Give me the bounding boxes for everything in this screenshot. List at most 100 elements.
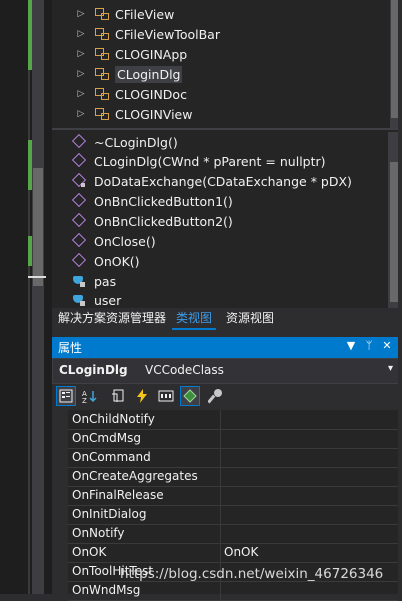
editor-margin [0, 0, 52, 594]
events-icon[interactable] [132, 386, 152, 406]
properties-title-bar: 属性 ▼ ᛘ ✕ [52, 337, 402, 358]
member-item[interactable]: CLoginDlg(CWnd * pParent = nullptr) [52, 151, 382, 171]
tree-item-label: CFileViewToolBar [115, 26, 220, 42]
member-label: OnBnClickedButton1() [94, 193, 233, 209]
window-edge [398, 0, 402, 594]
member-label: OnClose() [94, 233, 156, 249]
property-row[interactable]: OnFinalRelease [68, 486, 398, 506]
property-name: OnWndMsg [72, 583, 141, 597]
column-separator [220, 429, 221, 448]
class-tree: ▷ CFileView ▷ CFileViewToolBar ▷ CLOGINA… [52, 0, 398, 128]
member-label: CLoginDlg(CWnd * pParent = nullptr) [94, 153, 326, 169]
messages-icon[interactable] [156, 386, 176, 406]
wrench-icon[interactable] [206, 386, 226, 406]
properties-title: 属性 [58, 341, 83, 355]
member-item[interactable]: DoDataExchange(CDataExchange * pDX) [52, 171, 382, 191]
member-label: pas [94, 273, 117, 289]
tree-item-label: CFileView [115, 6, 175, 22]
member-item[interactable]: OnOK() [52, 251, 382, 271]
member-item[interactable]: OnClose() [52, 231, 382, 251]
expand-arrow-icon[interactable]: ▷ [76, 49, 86, 59]
property-row[interactable]: OnNotify [68, 524, 398, 544]
svg-text:Z: Z [82, 397, 87, 403]
expand-arrow-icon[interactable]: ▷ [76, 69, 86, 79]
editor-scrollbar[interactable] [32, 0, 44, 594]
editor-scrollbar-thumb[interactable] [33, 168, 43, 286]
tab-solution-explorer[interactable]: 解决方案资源管理器 [54, 308, 170, 328]
method-icon [72, 234, 86, 248]
property-pages-icon[interactable] [108, 386, 128, 406]
property-value[interactable]: OnOK [224, 545, 258, 559]
property-row[interactable]: OnWndMsg [68, 581, 398, 601]
expand-arrow-icon[interactable]: ▷ [76, 9, 86, 19]
close-icon[interactable]: ✕ [380, 339, 394, 352]
property-name: OnCmdMsg [72, 431, 141, 445]
tree-item-cloginapp[interactable]: ▷ CLOGINApp [52, 44, 382, 64]
categorized-icon[interactable] [56, 386, 76, 406]
tab-resource-view[interactable]: 资源视图 [222, 308, 278, 328]
column-separator [220, 410, 221, 429]
property-row[interactable]: OnCommand [68, 448, 398, 468]
method-icon [72, 154, 86, 168]
tab-class-view[interactable]: 类视图 [172, 308, 217, 330]
member-scrollbar-thumb[interactable] [390, 162, 398, 302]
member-list: ~CLoginDlg() CLoginDlg(CWnd * pParent = … [52, 130, 398, 308]
editor-gutter [28, 0, 30, 594]
expand-arrow-icon[interactable]: ▷ [76, 109, 86, 119]
class-icon [94, 107, 110, 121]
properties-toolbar: AZ [52, 384, 402, 410]
change-marker [28, 236, 32, 266]
field-icon [72, 274, 86, 288]
property-row[interactable]: OnOK OnOK [68, 543, 398, 563]
field-icon [72, 293, 86, 307]
class-icon [94, 67, 110, 81]
member-item[interactable]: ~CLoginDlg() [52, 132, 382, 152]
overrides-icon[interactable] [180, 386, 200, 406]
watermark: https://blog.csdn.net/weixin_46726346 [120, 566, 384, 582]
tree-item-label: CLoginDlg [115, 65, 183, 83]
tree-item-cfileviewtoolbar[interactable]: ▷ CFileViewToolBar [52, 24, 382, 44]
class-icon [94, 27, 110, 41]
tree-item-label: CLOGINDoc [115, 86, 187, 102]
member-label: OnBnClickedButton2() [94, 213, 233, 229]
property-name: OnFinalRelease [72, 488, 164, 502]
tree-item-clogindoc[interactable]: ▷ CLOGINDoc [52, 84, 382, 104]
property-row[interactable]: OnChildNotify [68, 410, 398, 430]
object-type: VCCodeClass [145, 363, 224, 377]
tree-item-clogindlg[interactable]: ▷ CLoginDlg [52, 64, 382, 84]
object-name: CLoginDlg [59, 363, 128, 377]
property-row[interactable]: OnCreateAggregates [68, 467, 398, 487]
member-item[interactable]: OnBnClickedButton2() [52, 211, 382, 231]
member-item[interactable]: pas [52, 271, 382, 291]
member-label: OnOK() [94, 253, 140, 269]
column-separator [220, 524, 221, 543]
property-name: OnCommand [72, 450, 151, 464]
tree-item-label: CLOGINApp [115, 46, 188, 62]
class-icon [94, 47, 110, 61]
change-marker [28, 140, 32, 190]
column-separator [220, 486, 221, 505]
expand-arrow-icon[interactable]: ▷ [76, 29, 86, 39]
property-name: OnNotify [72, 526, 125, 540]
pin-icon[interactable]: ᛘ [362, 339, 376, 352]
member-item[interactable]: user [52, 290, 382, 310]
protected-method-icon [72, 174, 86, 188]
class-icon [94, 87, 110, 101]
chevron-down-icon[interactable]: ▾ [388, 363, 393, 374]
property-grid-margin [52, 410, 68, 594]
tree-item-cloginview[interactable]: ▷ CLOGINView [52, 104, 382, 124]
property-name: OnCreateAggregates [72, 469, 198, 483]
column-separator [220, 543, 221, 562]
member-item[interactable]: OnBnClickedButton1() [52, 191, 382, 211]
expand-arrow-icon[interactable]: ▷ [76, 89, 86, 99]
panel-tabs: 解决方案资源管理器 类视图 资源视图 [52, 308, 402, 330]
property-row[interactable]: OnCmdMsg [68, 429, 398, 449]
property-row[interactable]: OnInitDialog [68, 505, 398, 525]
tree-item-label: CLOGINView [115, 106, 193, 122]
tree-item-cfileview[interactable]: ▷ CFileView [52, 4, 382, 24]
alphabetical-icon[interactable]: AZ [80, 386, 100, 406]
property-name: OnChildNotify [72, 412, 155, 426]
member-label: DoDataExchange(CDataExchange * pDX) [94, 173, 352, 189]
object-selector[interactable]: CLoginDlg VCCodeClass ▾ [52, 358, 400, 384]
window-menu-dropdown-icon[interactable]: ▼ [344, 339, 358, 352]
